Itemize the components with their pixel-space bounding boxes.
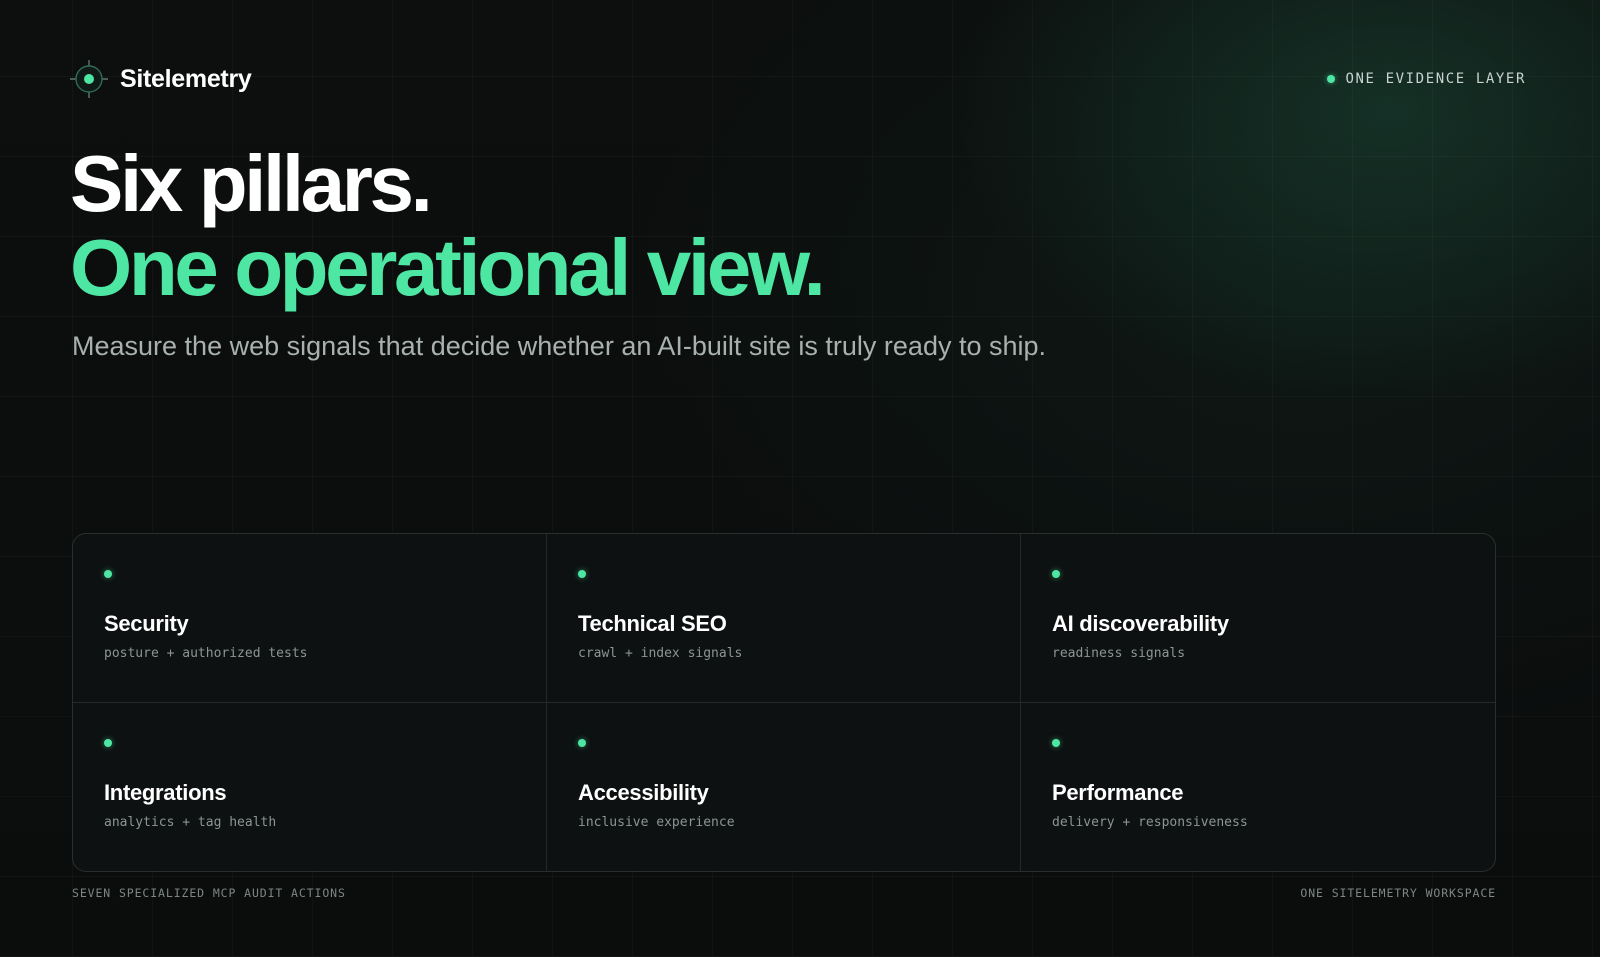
pillar-title: Security	[104, 611, 189, 636]
hero-subtitle: Measure the web signals that decide whet…	[72, 331, 1047, 361]
brand[interactable]: Sitelemetry	[68, 58, 252, 100]
pillar-description: crawl + index signals	[578, 646, 743, 661]
pillar-card-accessibility: Accessibility inclusive experience	[547, 702, 1021, 871]
pillar-dot-icon	[578, 738, 586, 747]
evidence-layer-badge: ONE EVIDENCE LAYER	[1327, 71, 1526, 87]
pillar-title: Integrations	[104, 779, 227, 805]
footer: SEVEN SPECIALIZED MCP AUDIT ACTIONS ONE …	[72, 886, 1496, 900]
page-title: Six pillars. One operational view.	[70, 139, 826, 312]
pillar-card-technical-seo: Technical SEO crawl + index signals	[547, 534, 1021, 703]
footer-right-caption: ONE SITELEMETRY WORKSPACE	[1300, 886, 1496, 900]
pillar-title: Technical SEO	[578, 611, 727, 636]
footer-left-caption: SEVEN SPECIALIZED MCP AUDIT ACTIONS	[72, 886, 346, 900]
status-dot-icon	[1327, 75, 1336, 83]
pillar-card-ai-discoverability: AI discoverability readiness signals	[1021, 534, 1495, 703]
pillar-description: readiness signals	[1052, 646, 1186, 661]
pillar-card-integrations: Integrations analytics + tag health	[73, 702, 547, 871]
pillar-dot-icon	[104, 570, 112, 578]
pillar-title: AI discoverability	[1052, 611, 1229, 636]
headline-line-1: Six pillars.	[70, 139, 433, 228]
pillar-dot-icon	[578, 570, 586, 578]
crosshair-target-icon	[70, 60, 108, 98]
top-bar: Sitelemetry ONE EVIDENCE LAYER	[68, 56, 1526, 102]
pillar-title: Performance	[1052, 779, 1184, 805]
pillar-dot-icon	[1052, 738, 1060, 747]
pillar-title: Accessibility	[578, 779, 709, 805]
pillar-dot-icon	[1052, 570, 1060, 578]
pillar-card-security: Security posture + authorized tests	[73, 534, 547, 703]
badge-label: ONE EVIDENCE LAYER	[1345, 71, 1526, 87]
pillar-card-performance: Performance delivery + responsiveness	[1021, 703, 1495, 872]
pillar-description: posture + authorized tests	[104, 646, 308, 661]
pillar-description: delivery + responsiveness	[1052, 814, 1248, 830]
headline-line-2: One operational view.	[70, 223, 826, 312]
brand-name: Sitelemetry	[120, 64, 252, 93]
pillar-dot-icon	[104, 738, 112, 747]
pillar-description: inclusive experience	[578, 814, 735, 830]
pillar-description: analytics + tag health	[104, 814, 277, 830]
pillars-grid: Security posture + authorized tests Tech…	[72, 533, 1496, 872]
